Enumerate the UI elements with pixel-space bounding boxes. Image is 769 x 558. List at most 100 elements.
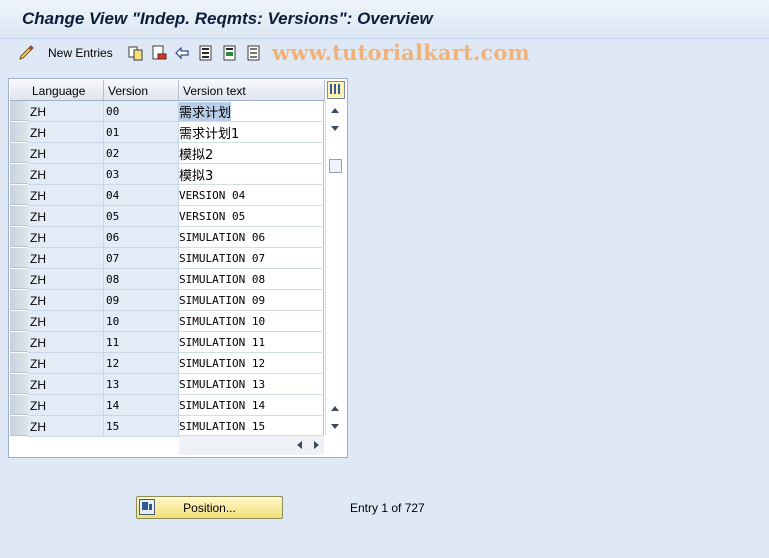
delete-icon [151,45,167,61]
version-text-input[interactable]: 模拟2 [179,143,324,164]
row-selector[interactable] [10,164,28,184]
version-text-input[interactable]: SIMULATION 15 [179,416,324,437]
scroll-down-top-icon[interactable] [331,126,339,131]
version-text-value: 需求计划1 [179,127,240,142]
cell-language-value: ZH [30,231,46,245]
scroll-down-bottom-icon[interactable] [331,424,339,429]
version-text-input[interactable]: 需求计划 [179,101,324,122]
table-row: ZH 08 SIMULATION 08 [9,269,331,290]
column-header-version[interactable]: Version [104,80,179,101]
row-selector[interactable] [10,416,28,436]
row-selector[interactable] [10,353,28,373]
row-selector[interactable] [10,290,28,310]
version-text-input[interactable]: SIMULATION 12 [179,353,324,374]
version-text-value: 需求计划 [179,102,232,121]
version-text-input[interactable]: SIMULATION 13 [179,374,324,395]
cell-version-value: 15 [106,420,120,433]
version-text-input[interactable]: SIMULATION 07 [179,248,324,269]
select-block-button[interactable] [222,43,238,63]
version-text-value: VERSION 04 [179,189,246,202]
table-row: ZH 13 SIMULATION 13 [9,374,331,395]
row-selector[interactable] [10,332,28,352]
table-row: ZH 04 VERSION 04 [9,185,331,206]
select-all-rows-header[interactable] [10,80,29,101]
version-text-input[interactable]: SIMULATION 08 [179,269,324,290]
version-text-input[interactable]: VERSION 04 [179,185,324,206]
version-text-input[interactable]: SIMULATION 11 [179,332,324,353]
table-row: ZH 15 SIMULATION 15 [9,416,331,437]
version-text-input[interactable]: SIMULATION 14 [179,395,324,416]
version-text-input[interactable]: SIMULATION 09 [179,290,324,311]
version-text-input[interactable]: 需求计划1 [179,122,324,143]
scroll-up-top-icon[interactable] [331,108,339,113]
version-text-input[interactable]: VERSION 05 [179,206,324,227]
deselect-all-icon [246,45,262,61]
cell-language-value: ZH [30,357,46,371]
row-selector[interactable] [10,101,28,121]
cell-version: 00 [104,101,179,122]
cell-language: ZH [28,101,104,122]
cell-version-value: 09 [106,294,120,307]
table-row: ZH 09 SIMULATION 09 [9,290,331,311]
new-entries-button[interactable]: New Entries [18,43,113,63]
row-selector[interactable] [10,122,28,142]
scroll-right-icon[interactable] [314,441,319,449]
row-selector[interactable] [10,269,28,289]
table-settings-icon[interactable] [327,81,345,99]
column-header-language[interactable]: Language [28,80,104,101]
table-row: ZH 03 模拟3 [9,164,331,185]
cell-language-value: ZH [30,210,46,224]
cell-version: 06 [104,227,179,248]
cell-language-value: ZH [30,315,46,329]
version-text-input[interactable]: SIMULATION 06 [179,227,324,248]
vertical-scrollbar[interactable] [325,101,346,435]
undo-button[interactable] [174,43,190,63]
copy-button[interactable] [128,43,144,63]
position-button[interactable]: Position... [136,496,283,519]
cell-version: 05 [104,206,179,227]
cell-version: 13 [104,374,179,395]
version-text-value: SIMULATION 08 [179,273,266,286]
delete-button[interactable] [151,43,167,63]
cell-version: 15 [104,416,179,437]
cell-language-value: ZH [30,273,46,287]
cell-version-value: 08 [106,273,120,286]
row-selector[interactable] [10,248,28,268]
cell-version-value: 05 [106,210,120,223]
row-selector[interactable] [10,311,28,331]
column-header-version-text[interactable]: Version text [179,80,325,101]
row-selector[interactable] [10,143,28,163]
version-text-input[interactable]: SIMULATION 10 [179,311,324,332]
cell-language-value: ZH [30,189,46,203]
deselect-all-button[interactable] [246,43,262,63]
cell-version-value: 14 [106,399,120,412]
cell-language-value: ZH [30,147,46,161]
scroll-up-bottom-icon[interactable] [331,406,339,411]
new-entries-icon [18,45,34,61]
row-selector[interactable] [10,206,28,226]
row-selector[interactable] [10,374,28,394]
row-selector[interactable] [10,185,28,205]
position-button-label: Position... [183,501,236,515]
cell-language: ZH [28,353,104,374]
horizontal-scrollbar[interactable] [179,435,324,455]
table-row: ZH 12 SIMULATION 12 [9,353,331,374]
select-all-button[interactable] [198,43,214,63]
version-text-value: SIMULATION 12 [179,357,266,370]
cell-language: ZH [28,290,104,311]
scroll-thumb[interactable] [329,159,342,173]
scroll-left-icon[interactable] [297,441,302,449]
table-row: ZH 07 SIMULATION 07 [9,248,331,269]
page-title: Change View "Indep. Reqmts: Versions": O… [22,9,433,28]
row-selector[interactable] [10,227,28,247]
row-selector[interactable] [10,395,28,415]
cell-version-value: 07 [106,252,120,265]
cell-language: ZH [28,227,104,248]
cell-version: 07 [104,248,179,269]
cell-version: 01 [104,122,179,143]
version-text-input[interactable]: 模拟3 [179,164,324,185]
cell-language-value: ZH [30,420,46,434]
undo-icon [174,45,190,61]
version-text-value: SIMULATION 10 [179,315,266,328]
cell-version-value: 13 [106,378,120,391]
